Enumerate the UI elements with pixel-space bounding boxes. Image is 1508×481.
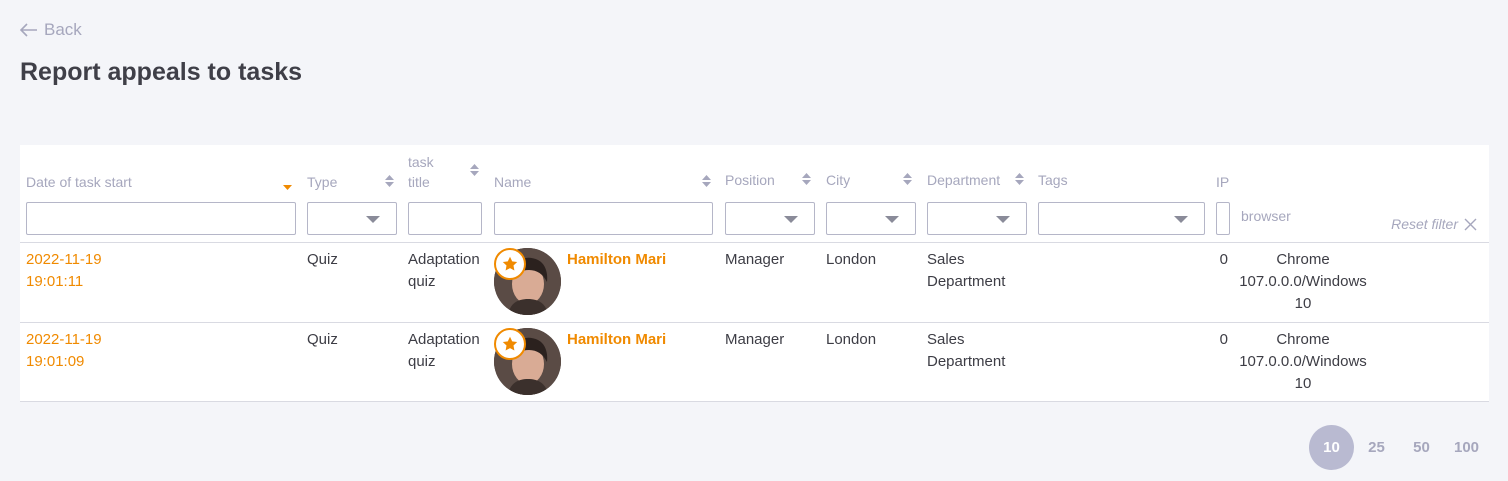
star-badge <box>494 328 526 360</box>
tags-filter-select[interactable] <box>1038 202 1205 235</box>
chevron-down-icon <box>1174 216 1188 223</box>
row-department-line1: Sales <box>927 331 965 348</box>
chevron-down-icon <box>885 216 899 223</box>
row-city: London <box>826 251 877 268</box>
row-city: London <box>826 331 877 348</box>
row-task-title-line2: quiz <box>408 353 436 370</box>
row-date-time: 19:01:11 <box>26 273 84 290</box>
row-position: Manager <box>725 331 785 348</box>
reset-filter-button[interactable]: Reset filter <box>1391 216 1477 232</box>
row-task-title-line1: Adaptation <box>408 251 480 268</box>
page-size-100[interactable]: 100 <box>1444 425 1489 470</box>
row-browser-line3: 10 <box>1294 375 1312 392</box>
back-link[interactable]: Back <box>20 20 82 40</box>
chevron-down-icon <box>784 216 798 223</box>
department-filter-select[interactable] <box>927 202 1027 235</box>
header-city[interactable]: City <box>826 169 850 191</box>
header-ip: IP <box>1216 174 1230 190</box>
header-task-title-line1[interactable]: task <box>408 151 434 173</box>
star-icon <box>502 256 518 271</box>
ip-filter-input[interactable] <box>1216 202 1230 235</box>
report-table: Date of task start Type task title Name … <box>20 145 1489 402</box>
table-row: 2022-11-19 19:01:09 Quiz Adaptation quiz… <box>20 322 1489 402</box>
row-department-line2: Department <box>927 273 1006 290</box>
header-date[interactable]: Date of task start <box>26 171 132 193</box>
sort-icon[interactable] <box>903 172 912 186</box>
page-size-selector: 10 25 50 100 <box>1309 425 1489 470</box>
row-department: Sales Department <box>927 329 1005 373</box>
row-date-day: 2022-11-19 <box>26 251 102 268</box>
divider <box>20 401 1489 402</box>
sort-icon[interactable] <box>470 163 479 177</box>
header-browser: browser <box>1241 208 1291 224</box>
sort-icon[interactable] <box>1015 172 1024 186</box>
sort-icon[interactable] <box>702 174 711 188</box>
row-ip: 0 <box>1219 331 1228 348</box>
header-position[interactable]: Position <box>725 169 775 191</box>
row-date[interactable]: 2022-11-19 19:01:11 <box>26 249 102 293</box>
chevron-down-icon <box>996 216 1010 223</box>
star-icon <box>502 336 518 351</box>
star-badge <box>494 248 526 280</box>
position-filter-select[interactable] <box>725 202 815 235</box>
page-title: Report appeals to tasks <box>20 58 303 86</box>
row-task-title: Adaptation quiz <box>408 329 480 373</box>
chevron-down-icon <box>366 216 380 223</box>
row-date[interactable]: 2022-11-19 19:01:09 <box>26 329 102 373</box>
row-task-title-line2: quiz <box>408 273 436 290</box>
table-row: 2022-11-19 19:01:11 Quiz Adaptation quiz… <box>20 242 1489 322</box>
page-size-10[interactable]: 10 <box>1309 425 1354 470</box>
row-browser-line1: Chrome <box>1276 331 1330 348</box>
row-department-line1: Sales <box>927 251 965 268</box>
header-department[interactable]: Department <box>927 169 1000 191</box>
close-icon <box>1464 218 1477 230</box>
row-department-line2: Department <box>927 353 1006 370</box>
row-browser-line2: 107.0.0.0/Windows <box>1239 273 1367 290</box>
header-name[interactable]: Name <box>494 171 531 193</box>
row-browser-line3: 10 <box>1294 295 1312 312</box>
city-filter-select[interactable] <box>826 202 916 235</box>
row-position: Manager <box>725 251 785 268</box>
row-task-title: Adaptation quiz <box>408 249 480 293</box>
row-type: Quiz <box>307 251 338 268</box>
row-browser: Chrome 107.0.0.0/Windows 10 <box>1238 249 1368 315</box>
date-filter-input[interactable] <box>26 202 296 235</box>
row-department: Sales Department <box>927 249 1005 293</box>
sort-icon[interactable] <box>802 172 811 186</box>
header-task-title-line2[interactable]: title <box>408 171 430 193</box>
reset-filter-label: Reset filter <box>1391 216 1458 232</box>
type-filter-select[interactable] <box>307 202 397 235</box>
row-date-time: 19:01:09 <box>26 353 85 370</box>
page-size-25[interactable]: 25 <box>1354 425 1399 470</box>
row-name[interactable]: Hamilton Mari <box>567 249 666 271</box>
row-type: Quiz <box>307 331 338 348</box>
arrow-left-icon <box>20 23 37 37</box>
header-tags: Tags <box>1038 172 1068 188</box>
row-date-day: 2022-11-19 <box>26 331 102 348</box>
task-title-filter-input[interactable] <box>408 202 482 235</box>
row-name[interactable]: Hamilton Mari <box>567 329 666 351</box>
sort-desc-icon[interactable] <box>283 179 292 193</box>
row-task-title-line1: Adaptation <box>408 331 480 348</box>
row-ip: 0 <box>1219 251 1228 268</box>
page-size-50[interactable]: 50 <box>1399 425 1444 470</box>
row-browser-line1: Chrome <box>1276 251 1330 268</box>
sort-icon[interactable] <box>385 174 394 188</box>
row-browser: Chrome 107.0.0.0/Windows 10 <box>1238 329 1368 395</box>
back-label: Back <box>44 20 82 39</box>
header-type[interactable]: Type <box>307 171 337 193</box>
row-browser-line2: 107.0.0.0/Windows <box>1239 353 1367 370</box>
name-filter-input[interactable] <box>494 202 713 235</box>
